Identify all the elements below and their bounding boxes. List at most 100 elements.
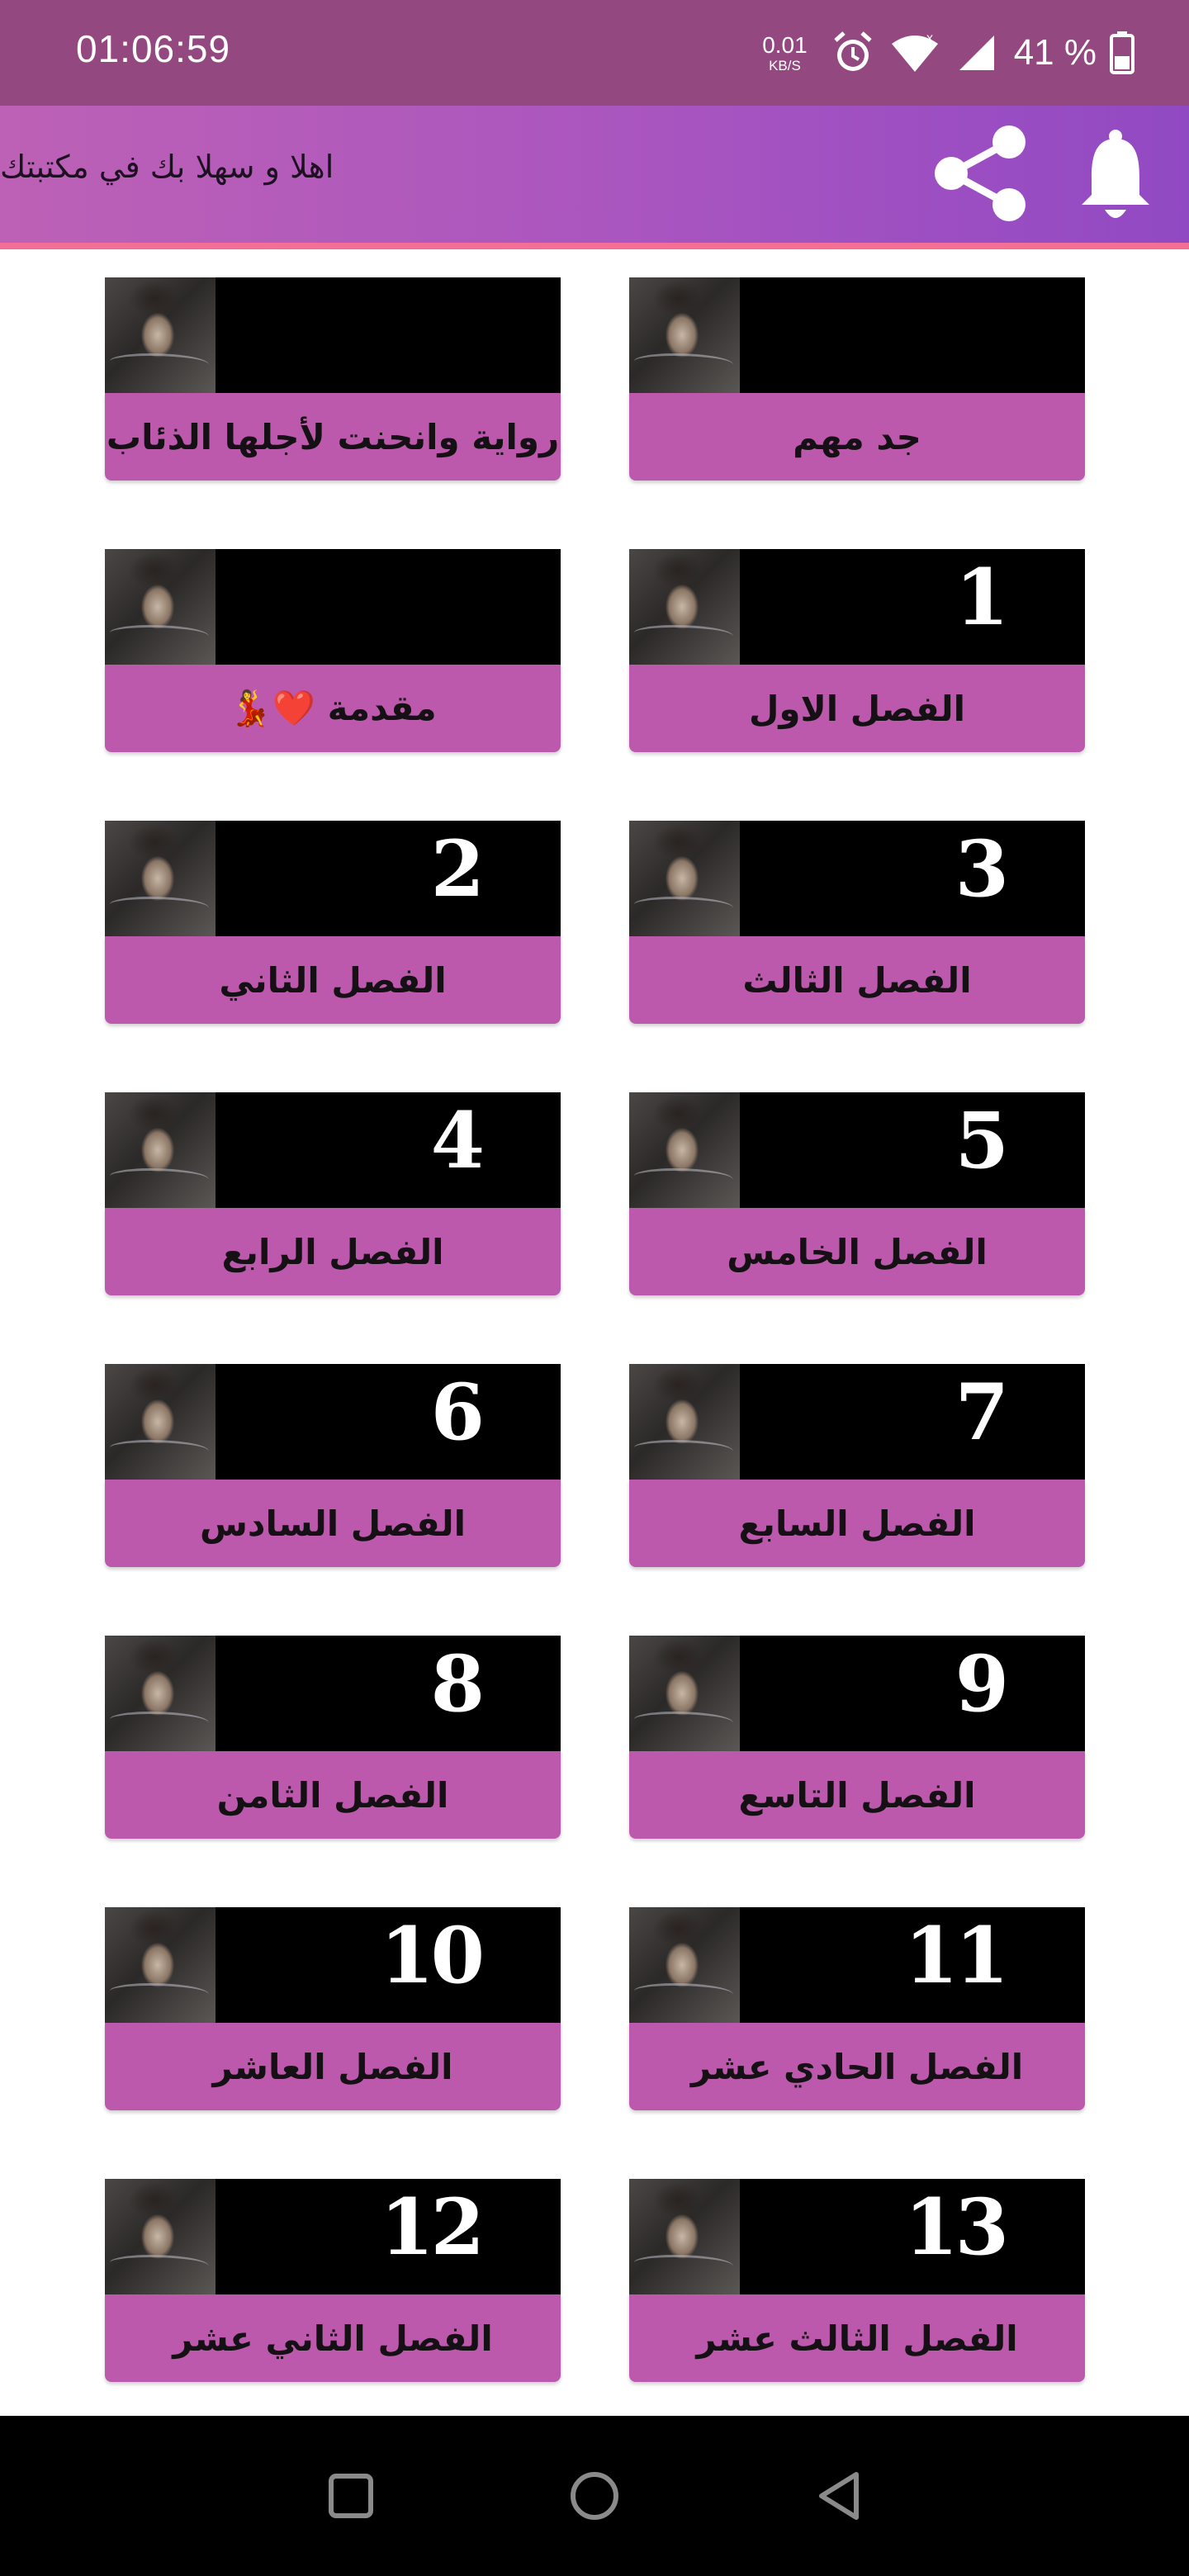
battery-percentage: 41 % — [1013, 32, 1097, 73]
chapter-cover: 2 — [105, 821, 561, 936]
chapter-label: جد مهم — [629, 393, 1085, 481]
chapter-cover: 6 — [105, 1364, 561, 1480]
chapter-number: 9 — [955, 1639, 1009, 1730]
status-bar: 01:06:59 0.01 KB/S x 41 % — [0, 0, 1189, 106]
cover-portrait — [105, 1907, 216, 2023]
chapter-cover: 3 — [629, 821, 1085, 936]
chapter-number: 13 — [904, 2182, 1009, 2273]
chapter-cover: 5 — [629, 1092, 1085, 1208]
chapter-card[interactable]: 10 الفصل العاشر — [105, 1907, 561, 2112]
chapter-label: الفصل السابع — [629, 1480, 1085, 1567]
chapter-label: رواية وانحنت لأجلها الذئاب — [105, 393, 561, 481]
chapter-number: 1 — [955, 552, 1009, 643]
chapter-number: 11 — [904, 1911, 1009, 2001]
cover-portrait — [629, 549, 740, 665]
home-button[interactable] — [566, 2467, 623, 2525]
cover-portrait — [629, 277, 740, 393]
chapter-cover — [105, 277, 561, 393]
cover-portrait — [629, 1636, 740, 1751]
cover-portrait — [105, 1364, 216, 1480]
network-speed-value: 0.01 — [762, 31, 808, 58]
chapter-label: الفصل الثالث — [629, 936, 1085, 1024]
cover-portrait — [105, 821, 216, 936]
chapter-card[interactable]: 1 الفصل الاول — [629, 549, 1085, 754]
chapter-cover: 12 — [105, 2179, 561, 2294]
chapter-number: 10 — [380, 1911, 485, 2001]
network-speed: 0.01 KB/S — [762, 31, 808, 73]
chapter-card[interactable]: جد مهم — [629, 277, 1085, 482]
chapter-cover: 13 — [629, 2179, 1085, 2294]
wifi-icon: x — [891, 32, 938, 72]
network-speed-unit: KB/S — [769, 57, 801, 73]
cover-portrait — [629, 1364, 740, 1480]
chapter-card[interactable]: 6 الفصل السادس — [105, 1364, 561, 1569]
cover-portrait — [105, 277, 216, 393]
chapter-card[interactable]: 13 الفصل الثالث عشر — [629, 2179, 1085, 2384]
svg-text:x: x — [926, 32, 933, 45]
battery-icon — [1110, 31, 1135, 74]
status-time: 01:06:59 — [76, 27, 231, 70]
chapter-number: 7 — [955, 1367, 1009, 1458]
chapter-label: الفصل الثاني عشر — [105, 2294, 561, 2382]
chapter-card[interactable]: 12 الفصل الثاني عشر — [105, 2179, 561, 2384]
cover-portrait — [105, 1092, 216, 1208]
app-title: اهلا و سهلا بك في مكتبتك — [0, 149, 334, 185]
chapter-card[interactable]: 2 الفصل الثاني — [105, 821, 561, 1025]
chapter-card[interactable]: 8 الفصل الثامن — [105, 1636, 561, 1840]
chapter-number: 5 — [955, 1096, 1009, 1186]
chapter-card[interactable]: 9 الفصل التاسع — [629, 1636, 1085, 1840]
triangle-back-icon — [819, 2472, 859, 2520]
cover-portrait — [629, 1092, 740, 1208]
chapter-cover — [629, 277, 1085, 393]
chapter-cover: 4 — [105, 1092, 561, 1208]
chapter-cover: 7 — [629, 1364, 1085, 1480]
navigation-bar — [0, 2416, 1189, 2576]
square-recents-icon — [329, 2474, 373, 2518]
chapter-label: الفصل السادس — [105, 1480, 561, 1567]
chapter-number: 8 — [430, 1639, 485, 1730]
chapter-cover: 9 — [629, 1636, 1085, 1751]
signal-icon — [959, 36, 994, 70]
recents-button[interactable] — [322, 2467, 380, 2525]
chapter-cover: 11 — [629, 1907, 1085, 2023]
chapter-cover — [105, 549, 561, 665]
cover-portrait — [105, 2179, 216, 2294]
cover-portrait — [105, 549, 216, 665]
chapter-cover: 10 — [105, 1907, 561, 2023]
chapter-card[interactable]: 4 الفصل الرابع — [105, 1092, 561, 1297]
chapter-label: الفصل الرابع — [105, 1208, 561, 1295]
chapter-grid: جد مهم رواية وانحنت لأجلها الذئاب 1 الفص… — [0, 277, 1189, 2416]
cover-portrait — [629, 1907, 740, 2023]
chapter-number: 3 — [955, 824, 1009, 915]
chapter-cover: 1 — [629, 549, 1085, 665]
chapter-label: الفصل الثاني — [105, 936, 561, 1024]
chapter-card[interactable]: رواية وانحنت لأجلها الذئاب — [105, 277, 561, 482]
chapter-card[interactable]: 11 الفصل الحادي عشر — [629, 1907, 1085, 2112]
chapter-label: الفصل الخامس — [629, 1208, 1085, 1295]
chapter-label: الفصل الثامن — [105, 1751, 561, 1839]
chapter-label: الفصل الثالث عشر — [629, 2294, 1085, 2382]
cover-portrait — [629, 2179, 740, 2294]
chapter-label: الفصل الحادي عشر — [629, 2023, 1085, 2110]
chapter-label: الفصل الاول — [629, 665, 1085, 752]
chapter-label: مقدمة ❤️💃 — [105, 665, 561, 752]
chapter-card[interactable]: مقدمة ❤️💃 — [105, 549, 561, 754]
chapter-label: الفصل التاسع — [629, 1751, 1085, 1839]
status-indicators: 0.01 KB/S x 41 % — [762, 25, 1135, 81]
back-button[interactable] — [811, 2467, 869, 2525]
cover-portrait — [105, 1636, 216, 1751]
chapter-number: 2 — [430, 824, 485, 915]
chapter-number: 12 — [380, 2182, 485, 2273]
bell-icon[interactable] — [1075, 129, 1156, 223]
chapter-cover: 8 — [105, 1636, 561, 1751]
chapter-card[interactable]: 5 الفصل الخامس — [629, 1092, 1085, 1297]
cover-portrait — [629, 821, 740, 936]
circle-home-icon — [571, 2472, 618, 2520]
share-icon[interactable] — [931, 124, 1029, 223]
chapter-card[interactable]: 3 الفصل الثالث — [629, 821, 1085, 1025]
chapter-card[interactable]: 7 الفصل السابع — [629, 1364, 1085, 1569]
chapter-number: 4 — [430, 1096, 485, 1186]
chapter-number: 6 — [430, 1367, 485, 1458]
chapter-label: الفصل العاشر — [105, 2023, 561, 2110]
alarm-icon — [834, 31, 872, 71]
